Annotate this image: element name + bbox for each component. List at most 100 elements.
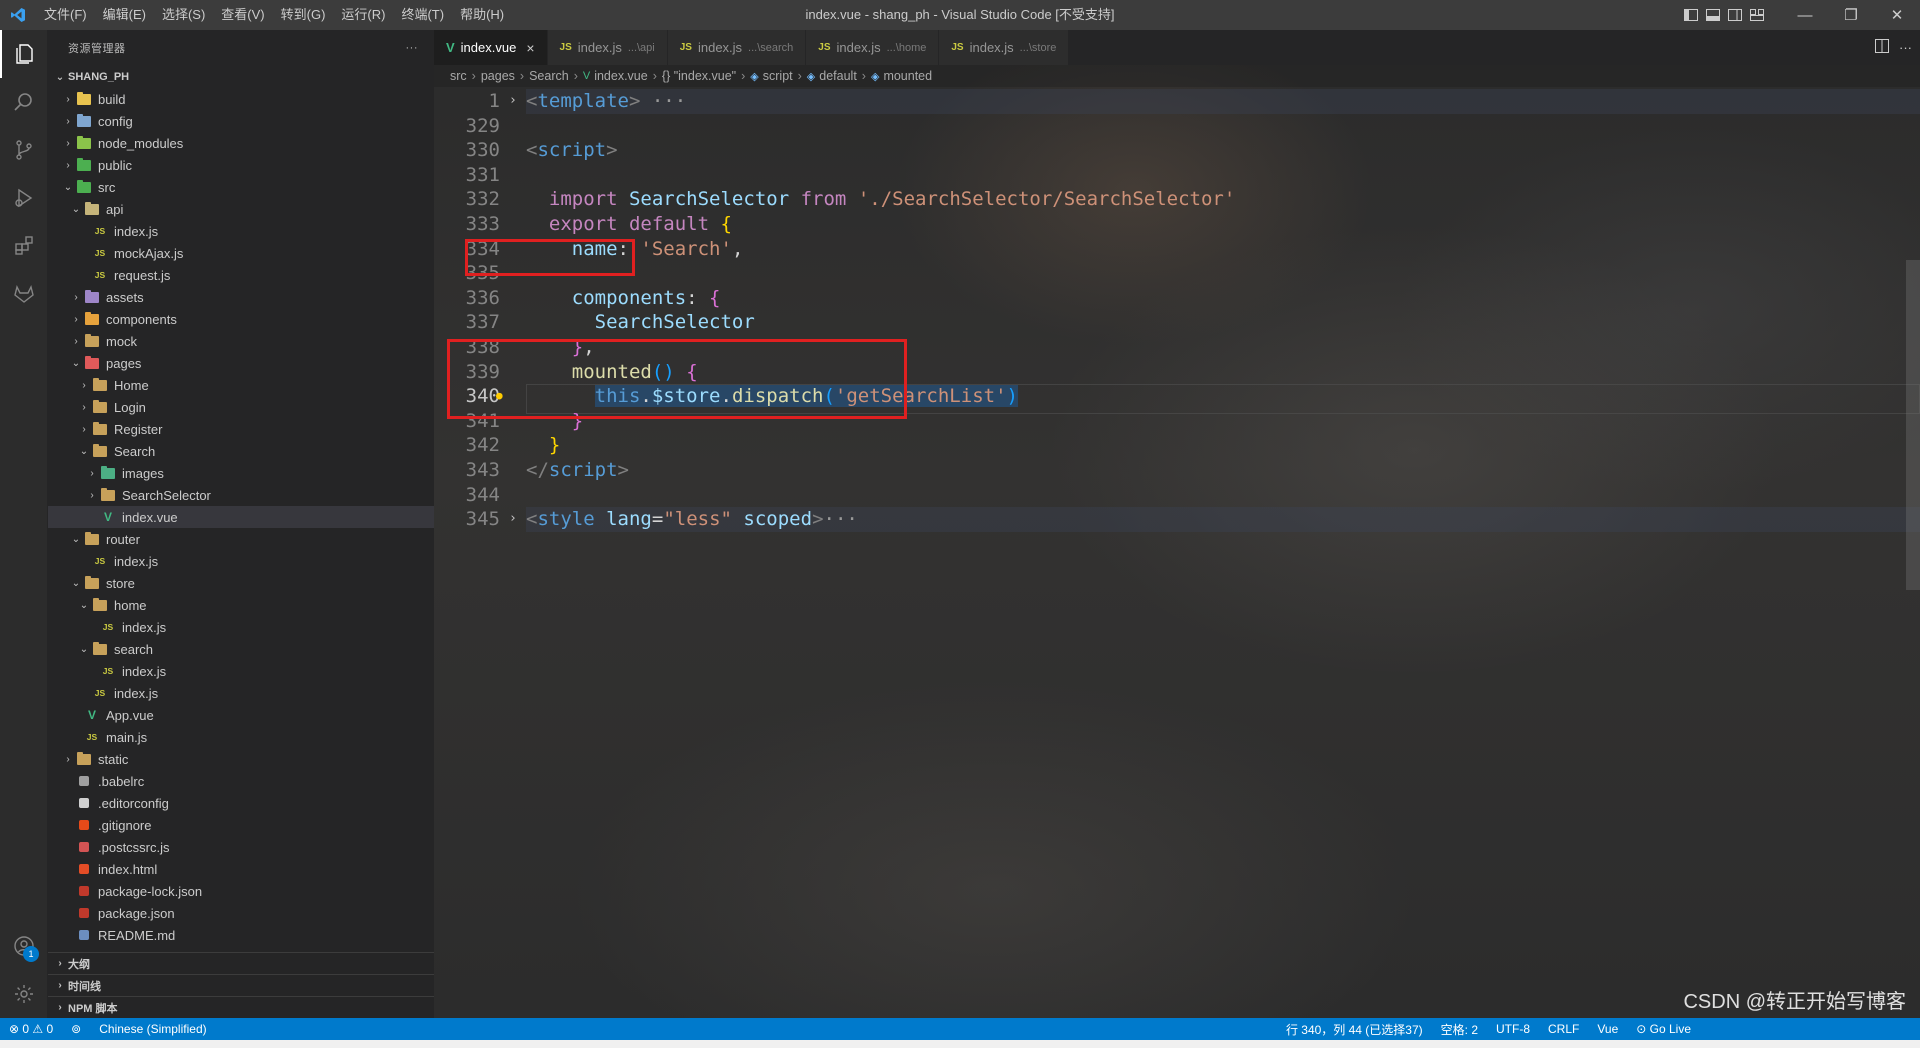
toggle-secondary-sidebar-icon[interactable] <box>1724 0 1746 30</box>
tree-folder[interactable]: ⌄ home <box>48 594 434 616</box>
restore-icon[interactable]: ❐ <box>1828 0 1874 30</box>
code-line[interactable]: 333 export default { <box>434 212 1920 237</box>
tree-folder[interactable]: › config <box>48 110 434 132</box>
breadcrumb-item[interactable]: src <box>450 69 467 83</box>
editor-tab[interactable]: JS index.js ...\api <box>547 30 668 65</box>
code-line[interactable]: 331 <box>434 163 1920 188</box>
breadcrumb-item[interactable]: mounted <box>883 69 932 83</box>
tree-folder[interactable]: ⌄ Search <box>48 440 434 462</box>
accounts-icon[interactable]: 1 <box>0 922 48 970</box>
settings-gear-icon[interactable] <box>0 970 48 1018</box>
tree-folder[interactable]: › assets <box>48 286 434 308</box>
code-line[interactable]: 343 </script> <box>434 458 1920 483</box>
tree-file[interactable]: JS index.js <box>48 220 434 242</box>
tree-file[interactable]: JS request.js <box>48 264 434 286</box>
tree-file[interactable]: .postcssrc.js <box>48 836 434 858</box>
language-mode[interactable]: Vue <box>1588 1022 1627 1036</box>
code-line[interactable]: 335 <box>434 261 1920 286</box>
editor-tab[interactable]: JS index.js ...\store <box>939 30 1070 65</box>
editor-more-icon[interactable]: ··· <box>1899 40 1912 55</box>
go-live-button[interactable]: ⊙ Go Live <box>1627 1022 1700 1036</box>
editor-tab[interactable]: JS index.js ...\home <box>806 30 940 65</box>
code-line[interactable]: 334 name: 'Search', <box>434 237 1920 262</box>
code-line[interactable]: 344 <box>434 483 1920 508</box>
toggle-sidebar-icon[interactable] <box>1680 0 1702 30</box>
tree-file[interactable]: V App.vue <box>48 704 434 726</box>
split-editor-icon[interactable] <box>1875 39 1889 56</box>
tree-file[interactable]: JS mockAjax.js <box>48 242 434 264</box>
search-icon[interactable] <box>0 78 48 126</box>
breadcrumb-item[interactable]: Search <box>529 69 569 83</box>
tree-file[interactable]: package.json <box>48 902 434 924</box>
customize-layout-icon[interactable] <box>1746 0 1768 30</box>
extensions-icon[interactable] <box>0 222 48 270</box>
tree-folder[interactable]: › SearchSelector <box>48 484 434 506</box>
breadcrumb-item[interactable]: {} "index.vue" <box>662 69 736 83</box>
code-line[interactable]: 337 SearchSelector <box>434 310 1920 335</box>
tree-folder[interactable]: › Home <box>48 374 434 396</box>
tree-folder[interactable]: › static <box>48 748 434 770</box>
tree-folder[interactable]: ⌄ api <box>48 198 434 220</box>
tree-folder[interactable]: › mock <box>48 330 434 352</box>
menu-item[interactable]: 文件(F) <box>36 0 95 30</box>
problems-indicator[interactable]: ⊗ 0 ⚠ 0 <box>0 1022 62 1036</box>
editor-tab[interactable]: Vindex.vue × <box>434 30 548 65</box>
language-pack[interactable]: Chinese (Simplified) <box>90 1022 215 1036</box>
tree-file[interactable]: JS index.js <box>48 550 434 572</box>
tree-folder[interactable]: › node_modules <box>48 132 434 154</box>
tree-folder[interactable]: › build <box>48 88 434 110</box>
indentation[interactable]: 空格: 2 <box>1432 1021 1487 1038</box>
sidebar-section[interactable]: › NPM 脚本 <box>48 996 434 1018</box>
toggle-panel-icon[interactable] <box>1702 0 1724 30</box>
code-line[interactable]: 342 } <box>434 433 1920 458</box>
code-line[interactable]: 332 import SearchSelector from './Search… <box>434 187 1920 212</box>
tree-file[interactable]: .editorconfig <box>48 792 434 814</box>
breadcrumb-item[interactable]: index.vue <box>594 69 648 83</box>
menu-item[interactable]: 查看(V) <box>213 0 272 30</box>
breadcrumb-item[interactable]: default <box>819 69 857 83</box>
cursor-position[interactable]: 行 340，列 44 (已选择37) <box>1277 1021 1432 1038</box>
menu-item[interactable]: 选择(S) <box>154 0 213 30</box>
tree-folder[interactable]: › Register <box>48 418 434 440</box>
fold-chevron-icon[interactable]: › <box>509 507 525 532</box>
tree-file[interactable]: .babelrc <box>48 770 434 792</box>
line-endings[interactable]: CRLF <box>1539 1022 1588 1036</box>
tree-folder[interactable]: ⌄ pages <box>48 352 434 374</box>
menu-item[interactable]: 编辑(E) <box>95 0 154 30</box>
tree-file[interactable]: JS index.js <box>48 616 434 638</box>
code-line[interactable]: 330 <script> <box>434 138 1920 163</box>
tree-file[interactable]: README.md <box>48 924 434 946</box>
encoding[interactable]: UTF-8 <box>1487 1022 1539 1036</box>
editor-tab[interactable]: JS index.js ...\search <box>667 30 807 65</box>
files-icon[interactable] <box>0 30 48 78</box>
menu-item[interactable]: 终端(T) <box>393 0 452 30</box>
run-debug-icon[interactable] <box>0 174 48 222</box>
more-actions-icon[interactable]: ··· <box>406 42 419 54</box>
menu-item[interactable]: 转到(G) <box>273 0 334 30</box>
close-icon[interactable]: ✕ <box>1874 0 1920 30</box>
minimize-icon[interactable]: — <box>1782 0 1828 30</box>
breadcrumb-item[interactable]: script <box>763 69 793 83</box>
scrollbar-thumb[interactable] <box>1906 260 1920 590</box>
close-icon[interactable]: × <box>526 40 534 56</box>
tree-folder[interactable]: ⌄ store <box>48 572 434 594</box>
menu-item[interactable]: 帮助(H) <box>452 0 512 30</box>
tree-folder[interactable]: ⌄ router <box>48 528 434 550</box>
tree-folder[interactable]: ⌄ search <box>48 638 434 660</box>
tree-file[interactable]: Vindex.vue <box>48 506 434 528</box>
workspace-root[interactable]: ⌄ SHANG_PH <box>48 66 434 88</box>
tree-file[interactable]: package-lock.json <box>48 880 434 902</box>
code-line[interactable]: 1 › <template> ··· <box>434 89 1920 114</box>
code-line[interactable]: 345 › <style lang="less" scoped>··· <box>434 507 1920 532</box>
tree-folder[interactable]: › Login <box>48 396 434 418</box>
tree-file[interactable]: JS main.js <box>48 726 434 748</box>
sidebar-section[interactable]: › 时间线 <box>48 974 434 996</box>
source-control-icon[interactable] <box>0 126 48 174</box>
gitlab-icon[interactable] <box>0 270 48 318</box>
tree-folder[interactable]: › public <box>48 154 434 176</box>
tree-folder[interactable]: › components <box>48 308 434 330</box>
broadcast-icon[interactable]: ⊚ <box>62 1022 90 1036</box>
breadcrumb-item[interactable]: pages <box>481 69 515 83</box>
menu-item[interactable]: 运行(R) <box>333 0 393 30</box>
tree-folder[interactable]: › images <box>48 462 434 484</box>
